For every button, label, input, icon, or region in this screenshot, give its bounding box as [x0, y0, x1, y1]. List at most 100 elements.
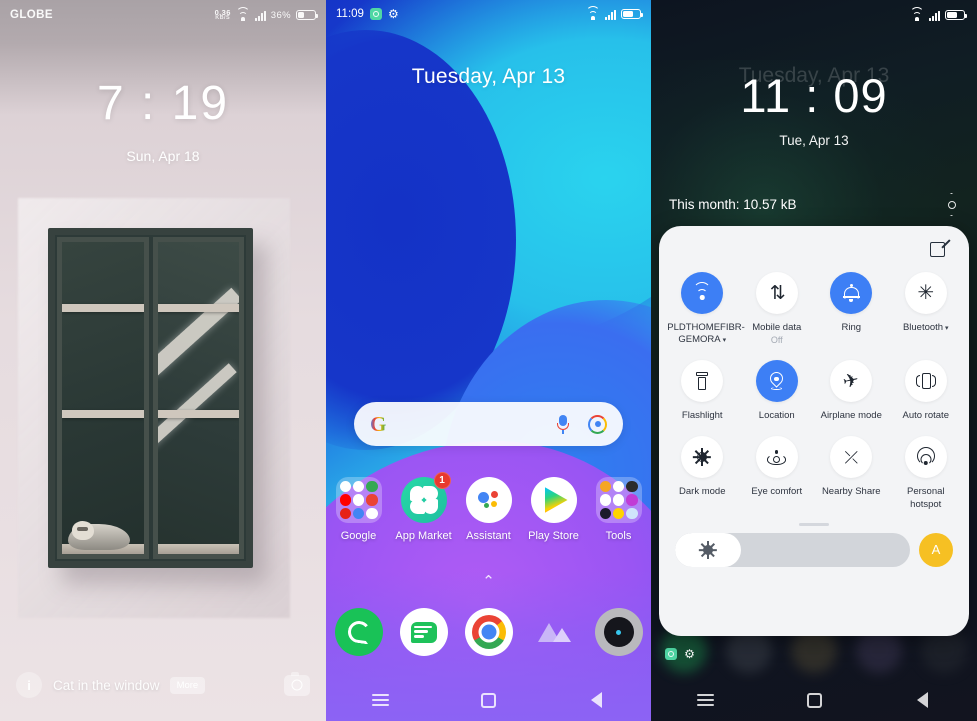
data-speed-unit: KB/S — [215, 15, 231, 21]
qs-tile-location[interactable]: Location — [740, 360, 815, 422]
qs-tile-label: Ring — [841, 322, 862, 333]
data-usage-row: This month: 10.57 kB — [669, 193, 963, 216]
qs-tile-label: Auto rotate — [902, 410, 949, 422]
app-label: Play Store — [528, 530, 579, 542]
home-status-bar: 11:09 — [326, 0, 651, 28]
window-photo — [48, 228, 253, 568]
mobile-data-icon: ⇅ — [755, 272, 798, 314]
dock-item-chrome[interactable] — [456, 608, 521, 656]
qs-tile-label: Personal hotspot — [907, 486, 945, 510]
app-drawer-chevron-icon[interactable]: ⌃ — [326, 572, 651, 590]
recents-menu-icon[interactable] — [651, 691, 760, 709]
home-dock — [326, 608, 651, 656]
mini-app-icon — [369, 8, 382, 20]
lockscreen-clock: 7 : 19 Sun, Apr 18 — [0, 77, 326, 165]
auto-brightness-button[interactable]: A — [919, 532, 953, 567]
dock-item-photos[interactable] — [521, 608, 586, 656]
mini-app-icon — [665, 648, 677, 660]
home-square-icon[interactable] — [760, 692, 869, 708]
cellular-signal-icon — [929, 10, 940, 21]
edit-tiles-icon[interactable] — [930, 239, 951, 259]
lockscreen-time: 7 : 19 — [96, 77, 230, 130]
qs-tile-label: Dark mode — [679, 486, 726, 498]
app-icon-google-folder[interactable]: Google — [326, 477, 391, 542]
dock-item-messages[interactable] — [391, 608, 456, 656]
qs-tile-ring[interactable]: Ring — [814, 272, 889, 346]
home-square-icon[interactable] — [434, 692, 542, 708]
more-button[interactable]: More — [169, 676, 206, 694]
dock-item-phone[interactable] — [326, 608, 391, 656]
qs-tile-dark-mode[interactable]: Dark mode — [665, 436, 740, 510]
cellular-signal-icon — [254, 10, 266, 21]
qs-tile-nearby-share[interactable]: ⤫ Nearby Share — [814, 436, 889, 510]
info-icon[interactable]: i — [16, 672, 42, 698]
flashlight-icon — [681, 360, 724, 403]
data-usage-label: This month: 10.57 kB — [669, 197, 797, 212]
lockscreen-status-bar: GLOBE 0.36 KB/S 36% — [0, 0, 326, 30]
ring-bell-icon — [830, 272, 873, 314]
back-triangle-icon[interactable] — [868, 692, 977, 708]
nearby-share-icon: ⤫ — [830, 436, 873, 479]
location-pin-icon — [755, 360, 798, 403]
personal-hotspot-icon — [904, 436, 947, 479]
qs-clock: 11 : 09 Tue, Apr 13 — [651, 72, 977, 148]
home-app-row: Google 1 App Market Assistant Play Store… — [326, 472, 651, 542]
battery-icon — [296, 10, 318, 20]
play-store-icon — [530, 477, 577, 523]
data-usage-settings-icon[interactable] — [940, 193, 963, 216]
wifi-icon — [586, 5, 600, 20]
brightness-slider[interactable] — [675, 532, 910, 567]
three-phone-screenshots: GLOBE 0.36 KB/S 36% 7 : 19 Sun, Apr 18 i… — [0, 0, 977, 721]
home-date-widget[interactable]: Tuesday, Apr 13 — [326, 65, 651, 89]
brightness-slider-fill — [675, 532, 741, 567]
qs-tile-label: Location — [758, 410, 795, 422]
qs-tile-personal-hotspot[interactable]: Personal hotspot — [889, 436, 964, 510]
brightness-row: A — [665, 532, 963, 567]
home-nav-bar — [326, 679, 651, 721]
cellular-signal-icon — [605, 9, 616, 20]
google-logo-icon: G — [370, 411, 387, 436]
qs-tile-label: PLDTHOMEFIBR-GEMORA ▾ — [667, 322, 745, 346]
qs-label-text: PLDTHOMEFIBR-GEMORA — [667, 322, 745, 346]
qs-tile-flashlight[interactable]: Flashlight — [665, 360, 740, 422]
photos-icon — [530, 608, 578, 656]
qs-tile-wifi[interactable]: PLDTHOMEFIBR-GEMORA ▾ — [665, 272, 745, 346]
qs-tile-label: Flashlight — [681, 410, 723, 422]
app-label: Assistant — [466, 530, 511, 542]
qs-tile-airplane-mode[interactable]: ✈ Airplane mode — [814, 360, 889, 422]
home-screen-panel: 11:09 Tuesday, Apr 13 G — [326, 0, 651, 721]
app-icon-tools-folder[interactable]: Tools — [586, 477, 651, 542]
wifi-icon — [681, 272, 724, 314]
qs-tile-label: Airplane mode — [820, 410, 882, 422]
dock-item-camera[interactable] — [586, 608, 651, 656]
google-assistant-icon — [465, 477, 512, 523]
search-input[interactable]: G — [354, 402, 623, 446]
battery-icon — [621, 9, 643, 19]
camera-icon[interactable] — [284, 671, 310, 696]
google-lens-icon[interactable] — [588, 414, 607, 434]
qs-tile-bluetooth[interactable]: ✳ Bluetooth ▾ — [889, 272, 964, 346]
microphone-icon[interactable] — [556, 414, 570, 435]
qs-tile-eye-comfort[interactable]: Eye comfort — [740, 436, 815, 510]
chevron-down-icon[interactable]: ▾ — [721, 337, 727, 344]
window-left-sash — [57, 237, 149, 559]
drag-handle[interactable] — [799, 522, 829, 526]
qs-tile-mobile-data[interactable]: ⇅ Mobile data Off — [740, 272, 815, 346]
carrier-label: GLOBE — [10, 9, 53, 21]
chrome-icon — [464, 608, 513, 656]
qs-tile-auto-rotate[interactable]: Auto rotate — [889, 360, 964, 422]
back-triangle-icon[interactable] — [543, 692, 651, 708]
recents-menu-icon[interactable] — [326, 691, 434, 709]
app-icon-play-store[interactable]: Play Store — [521, 477, 586, 542]
qs-label-text: Bluetooth — [902, 322, 944, 333]
wallpaper-title: Cat in the window — [53, 677, 160, 693]
tools-folder-icon — [595, 477, 642, 523]
app-icon-assistant[interactable]: Assistant — [456, 477, 521, 542]
wifi-icon — [235, 6, 250, 21]
gear-icon — [388, 9, 399, 20]
app-icon-app-market[interactable]: 1 App Market — [391, 472, 456, 542]
qs-tile-label: Mobile data — [752, 322, 802, 333]
chevron-down-icon[interactable]: ▾ — [943, 325, 949, 332]
phone-icon — [334, 608, 383, 656]
app-label: Google — [340, 530, 377, 542]
